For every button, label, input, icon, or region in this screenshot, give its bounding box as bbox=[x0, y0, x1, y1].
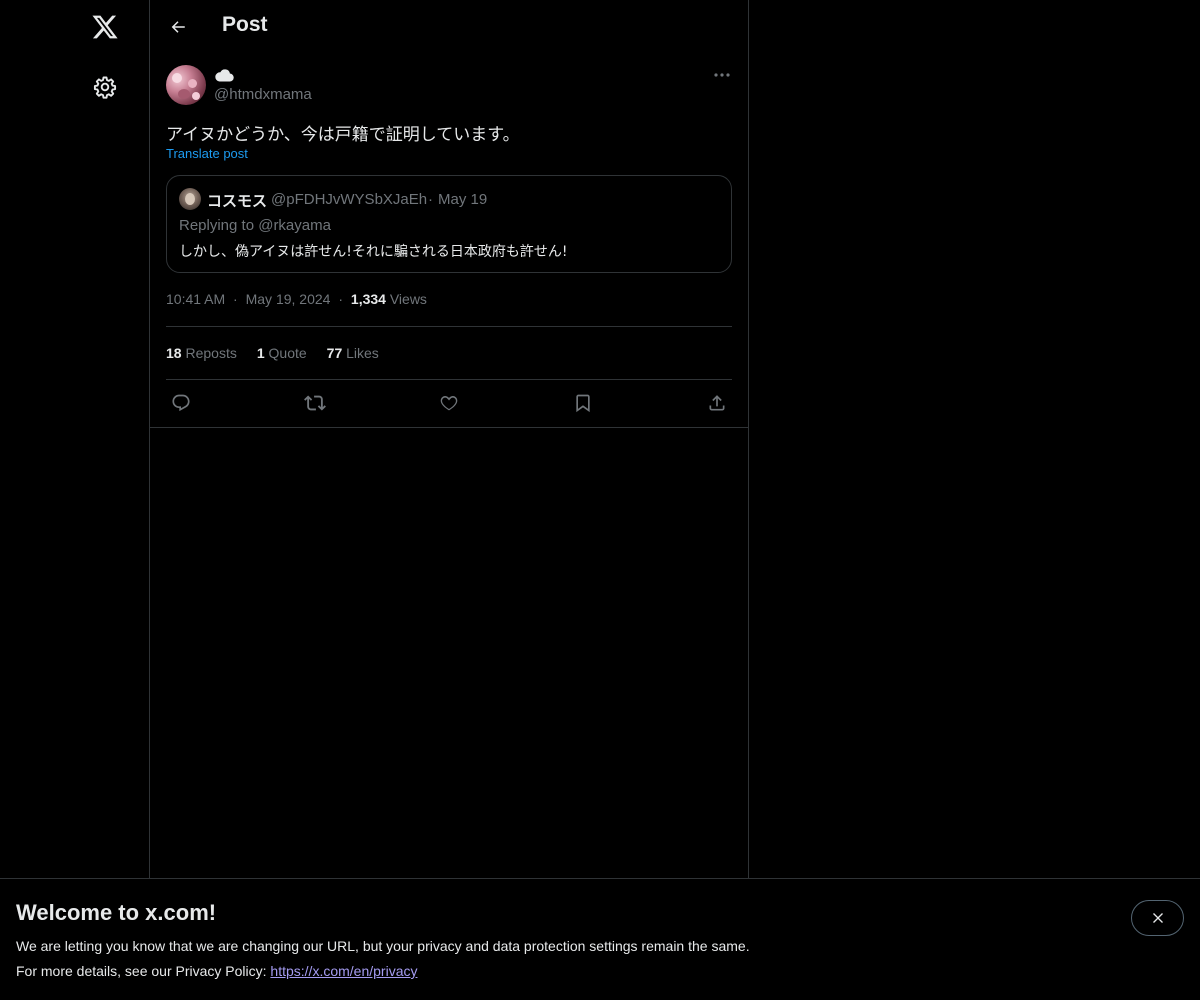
banner-privacy-prefix: For more details, see our Privacy Policy… bbox=[16, 963, 271, 979]
post-text: アイヌかどうか、今は戸籍で証明しています。 bbox=[166, 125, 520, 145]
divider bbox=[166, 379, 732, 380]
likes-label: Likes bbox=[346, 345, 379, 361]
quoted-replying-to: Replying to @rkayama bbox=[179, 217, 331, 234]
bookmark-icon bbox=[576, 394, 590, 413]
quote-stat[interactable]: 1 Quote bbox=[257, 345, 307, 361]
engagement-stats: 18 Reposts 1 Quote 77 Likes bbox=[166, 345, 379, 361]
repost-icon bbox=[304, 395, 326, 411]
like-icon bbox=[440, 395, 458, 411]
author-handle[interactable]: @htmdxmama bbox=[214, 86, 312, 103]
post-meta: 10:41 AM · May 19, 2024 · 1,334 Views bbox=[166, 291, 427, 307]
post-time[interactable]: 10:41 AM bbox=[166, 291, 225, 307]
quoted-avatar bbox=[179, 188, 201, 210]
divider bbox=[166, 326, 732, 327]
privacy-policy-link[interactable]: https://x.com/en/privacy bbox=[270, 963, 417, 979]
more-button[interactable] bbox=[708, 64, 736, 86]
repost-button[interactable] bbox=[300, 388, 330, 418]
quoted-display-name: コスモス bbox=[207, 192, 268, 210]
display-name[interactable] bbox=[215, 66, 235, 84]
likes-stat[interactable]: 77 Likes bbox=[327, 345, 379, 361]
share-icon bbox=[709, 395, 725, 411]
x-logo-icon[interactable] bbox=[89, 11, 121, 43]
cloud-emoji-icon bbox=[215, 69, 234, 82]
quoted-post[interactable]: コスモス @pFDHJvWYSbXJaEh · May 19 Replying … bbox=[166, 175, 732, 273]
welcome-banner: Welcome to x.com! We are letting you kno… bbox=[0, 878, 1200, 1000]
like-button[interactable] bbox=[434, 388, 464, 418]
avatar[interactable] bbox=[166, 65, 206, 105]
banner-close-button[interactable] bbox=[1131, 900, 1184, 936]
reply-button[interactable] bbox=[166, 388, 196, 418]
quoted-handle: @pFDHJvWYSbXJaEh bbox=[271, 191, 428, 208]
share-button[interactable] bbox=[702, 388, 732, 418]
post-header: Post bbox=[150, 0, 748, 54]
action-bar bbox=[166, 388, 732, 418]
views-count: 1,334 bbox=[350, 291, 386, 307]
quoted-separator: · bbox=[428, 191, 433, 208]
main-column: Post @htmdxmama アイヌかどうか、今は戸籍で証明しています。 Tr… bbox=[149, 0, 749, 1000]
left-nav bbox=[0, 0, 150, 1000]
banner-title: Welcome to x.com! bbox=[16, 900, 217, 925]
arrow-left-icon bbox=[171, 21, 185, 33]
likes-count: 77 bbox=[326, 345, 343, 361]
close-icon bbox=[1152, 913, 1163, 923]
bookmark-button[interactable] bbox=[568, 388, 598, 418]
reply-icon bbox=[172, 394, 190, 412]
reposts-count: 18 bbox=[166, 345, 182, 361]
quote-count: 1 bbox=[256, 345, 265, 361]
quoted-date: May 19 bbox=[438, 191, 488, 208]
reposts-stat[interactable]: 18 Reposts bbox=[166, 345, 237, 361]
divider bbox=[150, 427, 748, 428]
banner-message: We are letting you know that we are chan… bbox=[16, 938, 750, 954]
quote-label: Quote bbox=[268, 345, 307, 361]
translate-post-link[interactable]: Translate post bbox=[166, 146, 248, 161]
page-title: Post bbox=[222, 13, 268, 36]
quoted-text: しかし、偽アイヌは許せん!それに騙される日本政府も許せん! bbox=[179, 244, 568, 260]
meta-separator: · bbox=[338, 291, 344, 307]
views-label: Views bbox=[389, 291, 427, 307]
gear-icon[interactable] bbox=[89, 71, 121, 103]
post-date[interactable]: May 19, 2024 bbox=[246, 291, 331, 307]
more-dots-icon bbox=[714, 73, 730, 77]
reposts-label: Reposts bbox=[185, 345, 237, 361]
banner-privacy-line: For more details, see our Privacy Policy… bbox=[16, 963, 417, 979]
meta-separator: · bbox=[233, 291, 238, 307]
back-button[interactable] bbox=[162, 11, 194, 43]
